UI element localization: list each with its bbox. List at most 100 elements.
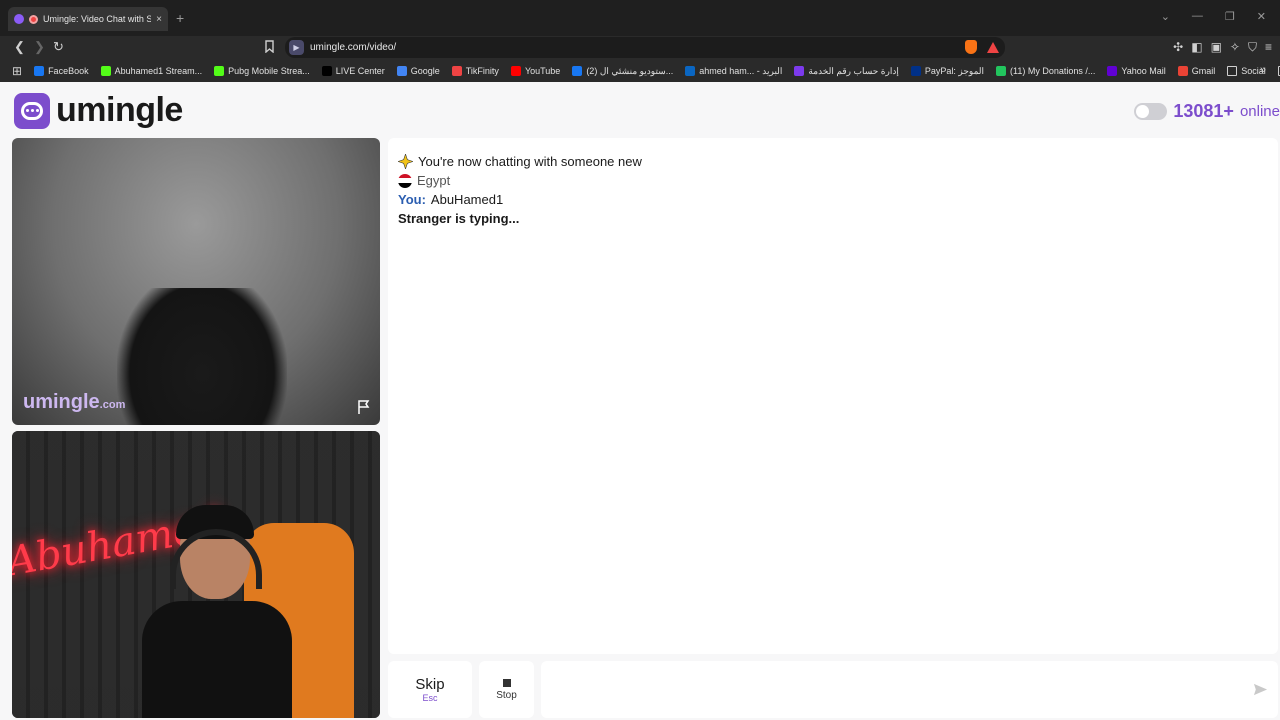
window-controls: ⌄ — ❐ ✕ bbox=[1161, 10, 1266, 23]
browser-tab[interactable]: Umingle: Video Chat with Stra × bbox=[8, 7, 168, 31]
typing-indicator: Stranger is typing... bbox=[398, 211, 520, 226]
sidebar-icon[interactable]: ◧ bbox=[1191, 40, 1202, 55]
bookmark-item[interactable]: PayPal: الموجز bbox=[910, 65, 985, 77]
bookmark-item[interactable]: TikFinity bbox=[451, 66, 499, 76]
stranger-country: Egypt bbox=[417, 173, 451, 188]
browser-tab-bar: Umingle: Video Chat with Stra × + ⌄ — ❐ … bbox=[0, 0, 1280, 36]
skip-button[interactable]: Skip Esc bbox=[388, 661, 472, 718]
bookmark-label: (2) ستوديو منشئي ال... bbox=[586, 65, 674, 76]
stranger-video: umingle.com bbox=[12, 138, 380, 425]
bookmark-label: Abuhamed1 Stream... bbox=[114, 66, 203, 76]
brave-rewards-icon[interactable] bbox=[987, 41, 999, 53]
bookmark-label: إدارة حساب رقم الخدمة bbox=[808, 65, 899, 76]
bookmark-favicon-icon bbox=[451, 66, 462, 76]
bookmark-label: PayPal: الموجز bbox=[924, 65, 985, 76]
skip-label: Skip bbox=[415, 676, 445, 693]
bookmark-item[interactable]: إدارة حساب رقم الخدمة bbox=[794, 65, 899, 77]
bookmark-favicon-icon bbox=[1107, 66, 1118, 76]
chat-you-line: You: AbuHamed1 bbox=[398, 190, 1268, 209]
bookmarks-bar: ⊞ FaceBook Abuhamed1 Stream... Pubg Mobile… bbox=[0, 60, 1280, 82]
bookmark-item[interactable]: (2) ستوديو منشئي ال... bbox=[572, 66, 673, 77]
stranger-head bbox=[117, 288, 287, 425]
bookmark-favicon-icon bbox=[794, 66, 805, 76]
umingle-favicon-icon bbox=[14, 14, 24, 24]
stop-icon bbox=[502, 678, 511, 687]
send-icon[interactable] bbox=[1253, 682, 1268, 697]
self-video: Abuhamed bbox=[12, 431, 380, 718]
vpn-icon[interactable]: ⛉ bbox=[1248, 40, 1257, 55]
wallet-icon[interactable]: ▣ bbox=[1211, 40, 1222, 55]
bookmark-favicon-icon bbox=[910, 66, 921, 76]
dark-mode-toggle[interactable] bbox=[1134, 103, 1168, 120]
umingle-logo-icon bbox=[14, 92, 50, 129]
bookmark-item[interactable]: YouTube bbox=[510, 66, 561, 76]
you-name: AbuHamed1 bbox=[430, 192, 504, 207]
umingle-page: umingle 13081+ online umingle.com Abuham… bbox=[0, 82, 1280, 720]
watermark-text: umingle bbox=[23, 391, 100, 413]
menu-icon[interactable]: ≡ bbox=[1265, 40, 1272, 55]
report-flag-icon[interactable] bbox=[356, 399, 372, 415]
bookmark-item[interactable]: FaceBook bbox=[34, 66, 89, 76]
bookmark-label: YouTube bbox=[524, 66, 561, 76]
tab-close-icon[interactable]: × bbox=[156, 14, 162, 25]
egypt-flag-icon bbox=[398, 173, 412, 188]
bookmark-favicon-icon bbox=[396, 66, 407, 76]
online-label: online bbox=[1239, 103, 1280, 120]
stop-button[interactable]: Stop bbox=[479, 661, 534, 718]
bookmark-item[interactable]: Google bbox=[396, 66, 440, 76]
bookmark-icon[interactable] bbox=[264, 40, 275, 53]
recording-indicator-icon bbox=[29, 14, 38, 24]
bookmark-item[interactable]: Pubg Mobile Strea... bbox=[214, 66, 310, 76]
message-box bbox=[541, 661, 1278, 718]
more-bookmarks-icon[interactable]: » bbox=[1260, 64, 1266, 76]
bookmark-label: Pubg Mobile Strea... bbox=[228, 66, 310, 76]
new-tab-button[interactable]: + bbox=[176, 10, 184, 26]
browser-nav-bar: ❮ ❯ ↻ ▶ umingle.com/video/ ✣ ◧ ▣ ✧ ⛉ ≡ bbox=[0, 36, 1280, 60]
skip-hint: Esc bbox=[422, 693, 438, 703]
connected-message: You're now chatting with someone new bbox=[418, 154, 642, 169]
reload-button[interactable]: ↻ bbox=[53, 39, 64, 55]
forward-button[interactable]: ❯ bbox=[34, 39, 45, 55]
site-info-icon[interactable]: ▶ bbox=[289, 40, 304, 55]
tab-search-icon[interactable]: ⌄ bbox=[1161, 10, 1170, 23]
restore-button[interactable]: ❐ bbox=[1225, 10, 1235, 23]
bookmark-item[interactable]: Yahoo Mail bbox=[1107, 66, 1166, 76]
bookmark-favicon-icon bbox=[100, 66, 111, 76]
bookmark-label: FaceBook bbox=[48, 66, 89, 76]
logo-text: umingle bbox=[56, 91, 183, 129]
message-input[interactable] bbox=[551, 673, 1241, 707]
apps-grid-icon[interactable]: ⊞ bbox=[12, 64, 22, 78]
online-count: 13081+ bbox=[1173, 101, 1234, 121]
bookmark-favicon-icon bbox=[1177, 66, 1188, 76]
back-button[interactable]: ❮ bbox=[14, 39, 25, 55]
chat-panel: You're now chatting with someone new Egy… bbox=[388, 138, 1278, 654]
bookmark-item[interactable]: Abuhamed1 Stream... bbox=[100, 66, 203, 76]
bookmark-favicon-icon bbox=[685, 66, 696, 76]
video-watermark: umingle.com bbox=[23, 391, 125, 414]
bookmark-item[interactable]: ahmed ham... - البريد bbox=[685, 66, 782, 77]
bookmark-item[interactable]: (11) My Donations /... bbox=[996, 66, 1095, 76]
folder-icon bbox=[1227, 66, 1238, 76]
bookmark-label: Gmail bbox=[1191, 66, 1216, 76]
online-status: 13081+ online bbox=[1134, 101, 1280, 122]
umingle-logo[interactable]: umingle bbox=[14, 91, 183, 130]
chat-controls: Skip Esc Stop bbox=[388, 661, 1278, 718]
bookmark-favicon-icon bbox=[321, 66, 332, 76]
bookmark-label: (11) My Donations /... bbox=[1010, 66, 1096, 76]
bookmark-label: Yahoo Mail bbox=[1121, 66, 1166, 76]
minimize-button[interactable]: — bbox=[1192, 10, 1203, 23]
browser-toolbar-icons: ✣ ◧ ▣ ✧ ⛉ ≡ bbox=[1173, 40, 1272, 55]
bookmark-favicon-icon bbox=[34, 66, 45, 76]
leo-ai-icon[interactable]: ✧ bbox=[1230, 40, 1240, 55]
brave-shields-icon[interactable] bbox=[965, 40, 977, 54]
tab-title: Umingle: Video Chat with Stra bbox=[43, 14, 152, 24]
address-bar[interactable]: ▶ umingle.com/video/ bbox=[285, 37, 1005, 58]
extensions-icon[interactable]: ✣ bbox=[1173, 40, 1183, 55]
close-window-button[interactable]: ✕ bbox=[1257, 10, 1266, 23]
bookmark-label: LIVE Center bbox=[335, 66, 385, 76]
bookmark-favicon-icon bbox=[510, 66, 521, 76]
bookmark-item[interactable]: Gmail bbox=[1177, 66, 1216, 76]
chat-country-line: Egypt bbox=[398, 171, 1268, 190]
bookmark-label: TikFinity bbox=[465, 66, 499, 76]
bookmark-item[interactable]: LIVE Center bbox=[321, 66, 385, 76]
